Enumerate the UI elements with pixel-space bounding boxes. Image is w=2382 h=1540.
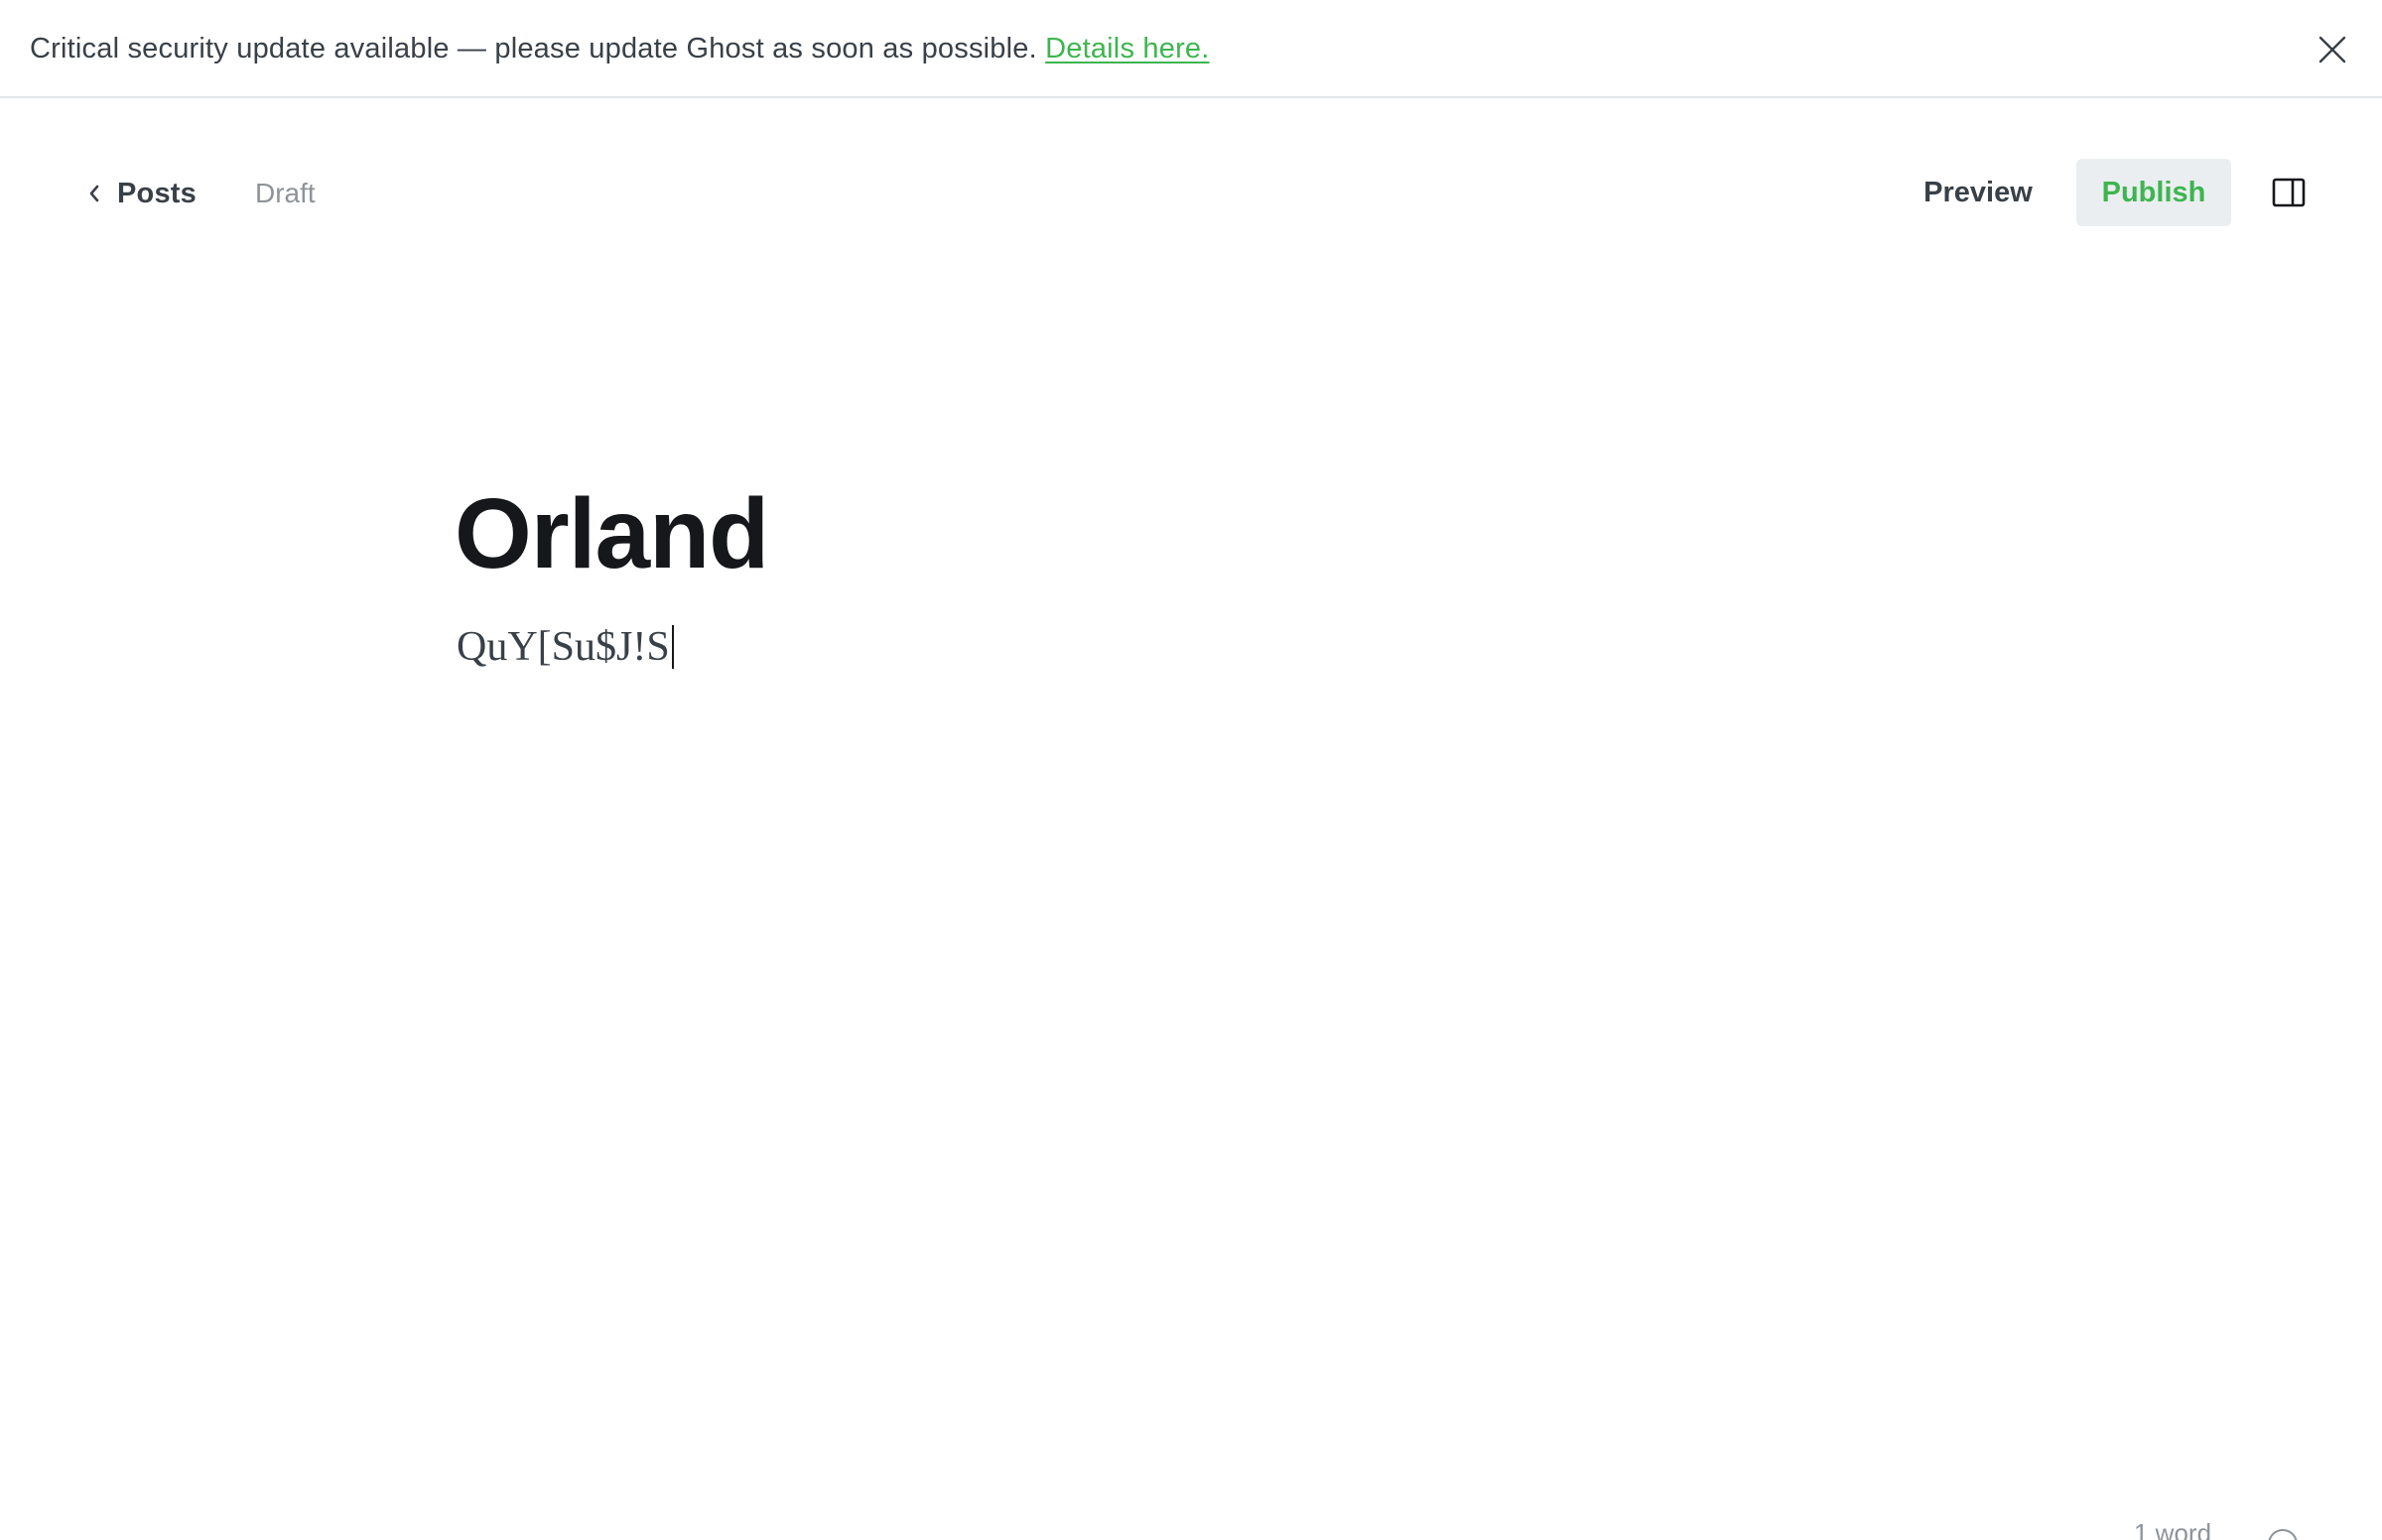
chevron-left-icon (83, 183, 105, 204)
security-alert-banner: Critical security update available — ple… (0, 0, 2382, 98)
sidebar-panel-icon[interactable] (2269, 173, 2309, 212)
text-cursor (671, 625, 674, 669)
close-icon[interactable] (2313, 30, 2352, 69)
preview-button[interactable]: Preview (1908, 159, 2049, 226)
help-circle-icon[interactable] (2267, 1528, 2299, 1540)
alert-message: Critical security update available — ple… (30, 30, 1210, 67)
word-count: 1 word (2134, 1518, 2212, 1540)
post-body-editor[interactable]: QuY[Su$J!S (457, 617, 674, 677)
back-link-label: Posts (117, 177, 197, 209)
alert-details-link[interactable]: Details here. (1045, 33, 1209, 64)
alert-message-text: Critical security update available — ple… (30, 33, 1046, 64)
back-to-posts-link[interactable]: Posts (83, 169, 197, 218)
post-status-label: Draft (255, 178, 316, 208)
publish-button[interactable]: Publish (2076, 159, 2231, 226)
post-body-text: QuY[Su$J!S (457, 624, 670, 670)
post-title-input[interactable]: Orland (455, 474, 769, 593)
